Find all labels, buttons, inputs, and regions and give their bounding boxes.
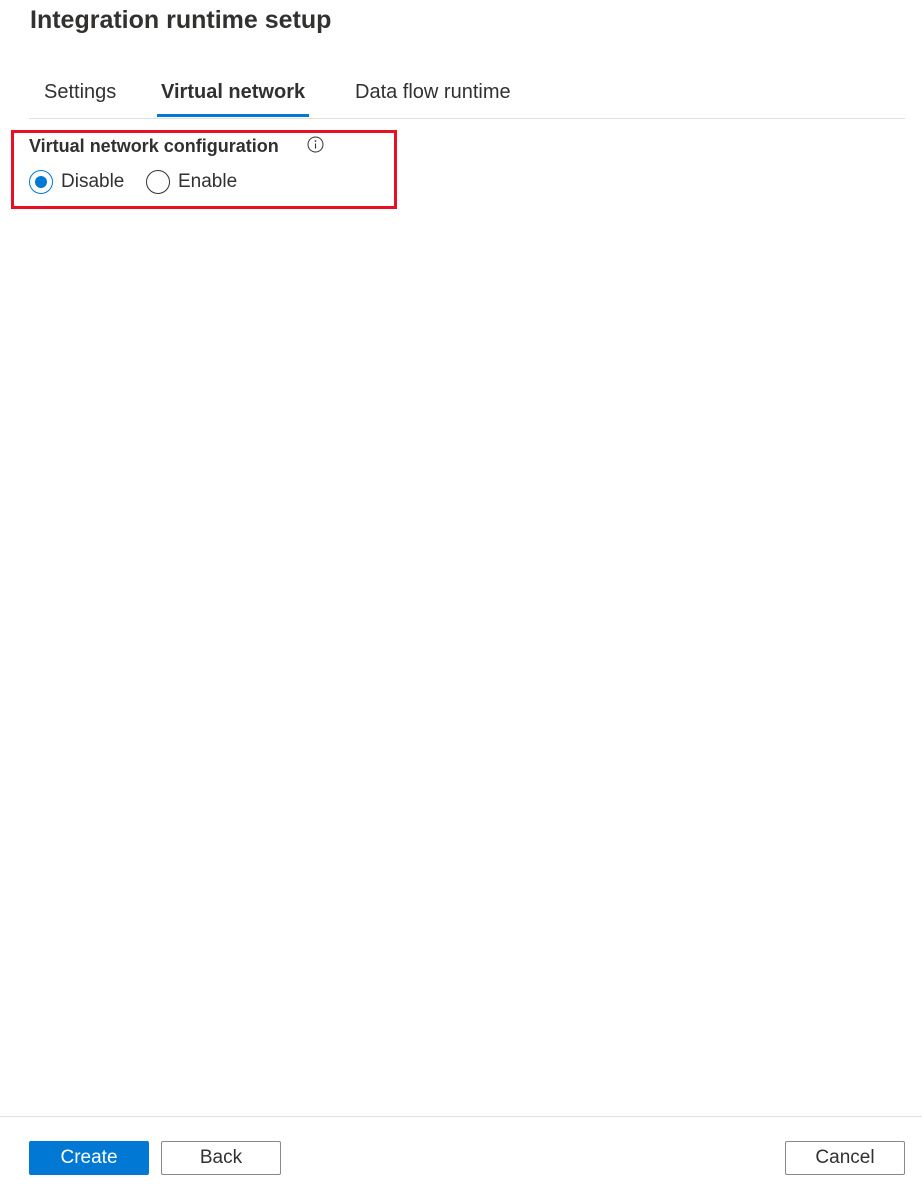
radio-disable-label[interactable]: Disable (61, 171, 124, 193)
create-button[interactable]: Create (29, 1141, 149, 1175)
radio-enable-circle[interactable] (146, 170, 170, 194)
cancel-button[interactable]: Cancel (785, 1141, 905, 1175)
info-icon-graphic (307, 136, 324, 153)
radio-enable-label[interactable]: Enable (178, 171, 237, 193)
vnet-config-label: Virtual network configuration (29, 136, 279, 156)
page-title: Integration runtime setup (30, 6, 332, 34)
back-button[interactable]: Back (161, 1141, 281, 1175)
tab-settings[interactable]: Settings (44, 70, 116, 116)
footer-bar: Create Back Cancel (0, 1116, 922, 1184)
integration-runtime-setup-panel: Integration runtime setup Settings Virtu… (0, 0, 922, 1184)
info-icon[interactable] (307, 136, 324, 153)
tab-virtual-network[interactable]: Virtual network (156, 70, 310, 117)
tab-data-flow-runtime[interactable]: Data flow runtime (355, 70, 511, 116)
radio-disable-circle[interactable] (29, 170, 53, 194)
tab-bar: Settings Virtual network Data flow runti… (29, 70, 905, 119)
